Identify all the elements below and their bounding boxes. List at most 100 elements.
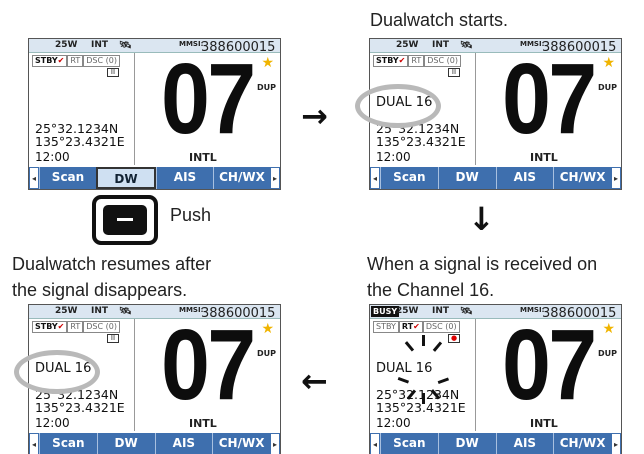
softkey-left-arrow[interactable]: ◂	[370, 433, 380, 454]
dsc-status: DSC (0)	[83, 55, 120, 67]
rt-status: RT	[67, 321, 84, 333]
channel-number: 07	[502, 43, 597, 155]
status-row: STBY✔ RT DSC (0)	[32, 55, 120, 67]
longitude: 135°23.4321E	[376, 134, 466, 149]
intl-indicator: INTL	[189, 151, 217, 164]
channel-number: 07	[502, 309, 597, 421]
power-level: 25W	[55, 40, 78, 50]
longitude: 135°23.4321E	[35, 400, 125, 415]
arrow-down-icon: ↓	[468, 200, 495, 238]
longitude: 135°23.4321E	[35, 134, 125, 149]
dual-indicator: DUAL 16	[376, 361, 433, 376]
caption-signal-line1: When a signal is received on	[367, 254, 598, 274]
satellite-icon: 🛰	[460, 40, 473, 51]
stby-status: STBY✔	[32, 321, 68, 333]
push-key-icon[interactable]	[92, 195, 158, 245]
key-face	[103, 205, 147, 235]
intl-indicator: INTL	[530, 151, 558, 164]
softkey-bar: ◂ Scan DW AIS CH/WX ▸	[370, 167, 621, 189]
record-icon: ●	[448, 334, 460, 343]
clock-time: 12:00	[376, 416, 411, 430]
pause-icon: II	[448, 68, 460, 77]
radio-screen-initial: 25W INT 🛰 MMSI: 388600015 STBY✔ RT DSC (…	[28, 38, 281, 190]
dup-indicator: DUP	[257, 349, 276, 358]
int-indicator: INT	[91, 40, 109, 50]
softkey-chwx[interactable]: CH/WX	[213, 167, 270, 189]
int-indicator: INT	[432, 306, 450, 316]
channel-number: 07	[161, 309, 256, 421]
softkey-dw[interactable]: DW	[437, 167, 496, 189]
power-level: 25W	[396, 40, 419, 50]
star-icon: ★	[602, 55, 615, 71]
satellite-icon: 🛰	[119, 40, 132, 51]
push-label: Push	[170, 205, 212, 225]
power-level: 25W	[55, 306, 78, 316]
softkey-right-arrow[interactable]: ▸	[611, 167, 621, 189]
int-indicator: INT	[91, 306, 109, 316]
satellite-icon: 🛰	[119, 306, 132, 317]
blink-mark	[422, 335, 425, 346]
satellite-icon: 🛰	[460, 306, 473, 317]
key-bar	[117, 218, 133, 221]
softkey-chwx[interactable]: CH/WX	[212, 433, 270, 454]
softkey-left-arrow[interactable]: ◂	[370, 167, 380, 189]
rt-status: RT	[67, 55, 84, 67]
blink-mark	[422, 393, 425, 404]
intl-indicator: INTL	[530, 417, 558, 430]
dup-indicator: DUP	[257, 83, 276, 92]
softkey-scan[interactable]: Scan	[380, 167, 438, 189]
star-icon: ★	[261, 321, 274, 337]
status-row: STBY✔ RT DSC (0)	[373, 55, 461, 67]
dsc-status: DSC (0)	[422, 321, 460, 333]
int-indicator: INT	[432, 40, 450, 50]
radio-screen-busy: BUSY 25W INT 🛰 MMSI: 388600015 STBY RT✔ …	[369, 304, 622, 454]
channel-number: 07	[161, 43, 256, 155]
rt-status: RT	[408, 55, 425, 67]
caption-signal-line2: the Channel 16.	[367, 280, 495, 300]
softkey-dw[interactable]: DW	[96, 167, 156, 189]
longitude: 135°23.4321E	[376, 400, 466, 415]
softkey-bar: ◂ Scan DW AIS CH/WX ▸	[29, 167, 280, 189]
caption-resumes-line2: the signal disappears.	[12, 280, 188, 300]
softkey-ais[interactable]: AIS	[495, 433, 554, 454]
highlight-ellipse	[14, 350, 100, 394]
softkey-ais[interactable]: AIS	[156, 167, 213, 189]
softkey-bar: ◂ Scan DW AIS CH/WX ▸	[29, 433, 280, 454]
pause-icon: II	[107, 334, 119, 343]
caption-dualwatch-starts: Dualwatch starts.	[370, 10, 509, 30]
softkey-right-arrow[interactable]: ▸	[270, 433, 280, 454]
softkey-scan[interactable]: Scan	[380, 433, 438, 454]
softkey-right-arrow[interactable]: ▸	[270, 167, 280, 189]
clock-time: 12:00	[35, 150, 70, 164]
arrow-left-icon: ←	[301, 362, 328, 400]
softkey-scan[interactable]: Scan	[39, 167, 96, 189]
softkey-scan[interactable]: Scan	[39, 433, 97, 454]
clock-time: 12:00	[35, 416, 70, 430]
status-row: STBY RT✔ DSC (0)	[373, 321, 460, 333]
stby-status: STBY✔	[373, 55, 409, 67]
star-icon: ★	[602, 321, 615, 337]
stby-status: STBY	[373, 321, 399, 333]
power-level: 25W	[396, 306, 419, 316]
busy-badge: BUSY	[371, 306, 400, 317]
intl-indicator: INTL	[189, 417, 217, 430]
caption-resumes-line1: Dualwatch resumes after	[12, 254, 212, 274]
softkey-right-arrow[interactable]: ▸	[611, 433, 621, 454]
softkey-left-arrow[interactable]: ◂	[29, 433, 39, 454]
star-icon: ★	[261, 55, 274, 71]
softkey-left-arrow[interactable]: ◂	[29, 167, 39, 189]
dsc-status: DSC (0)	[424, 55, 461, 67]
softkey-dw[interactable]: DW	[96, 433, 155, 454]
softkey-ais[interactable]: AIS	[154, 433, 213, 454]
dup-indicator: DUP	[598, 349, 617, 358]
stby-status: STBY✔	[32, 55, 68, 67]
softkey-ais[interactable]: AIS	[495, 167, 554, 189]
dup-indicator: DUP	[598, 83, 617, 92]
softkey-dw[interactable]: DW	[437, 433, 496, 454]
clock-time: 12:00	[376, 150, 411, 164]
softkey-bar: ◂ Scan DW AIS CH/WX ▸	[370, 433, 621, 454]
softkey-chwx[interactable]: CH/WX	[553, 167, 611, 189]
softkey-chwx[interactable]: CH/WX	[553, 433, 611, 454]
highlight-ellipse	[355, 84, 441, 128]
status-row: STBY✔ RT DSC (0)	[32, 321, 120, 333]
